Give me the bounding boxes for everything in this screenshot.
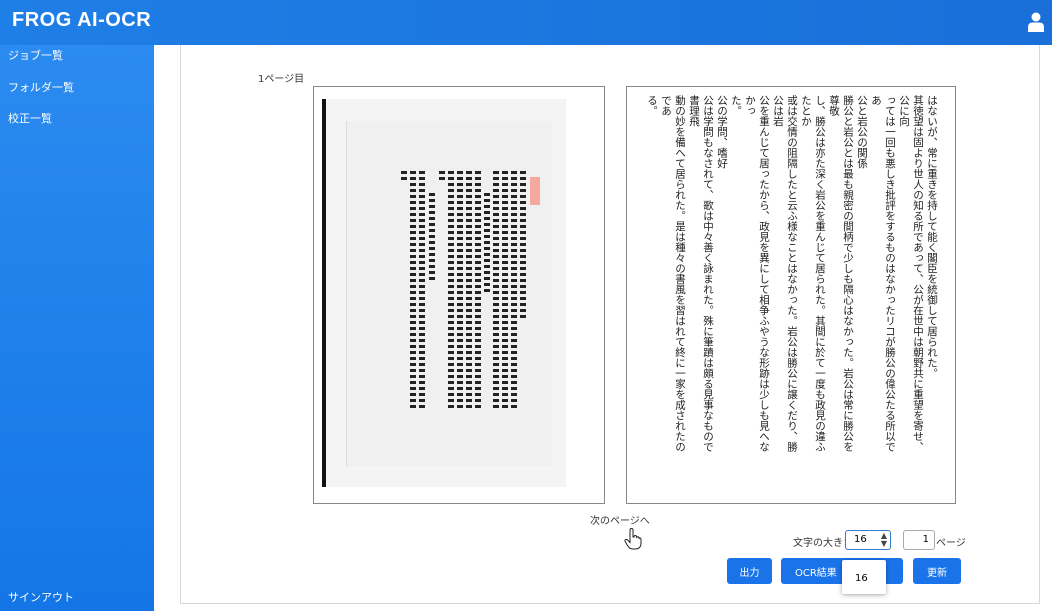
app-title: FROG AI-OCR [12, 9, 152, 31]
ocr-line: し、勝公は亦た深く岩公を重んじて居られた。其間に於て一度も政見の違ふたとか [800, 95, 826, 452]
scan-text-column [493, 171, 499, 411]
ocr-line: っては一回も悪しき批評をするものはなかったリコが勝公の偉公たる所以であ [870, 95, 896, 452]
app-header: FROG AI-OCR [0, 0, 1052, 45]
ocr-line: 勝公と岩公とは最も親密の間柄で少しも隔心はなかった。岩公は常に勝公を尊敬 [828, 95, 854, 452]
hand-pointer-icon [624, 528, 642, 550]
ocr-line: た。 [730, 95, 742, 116]
ocr-line: る。 [646, 95, 658, 116]
export-button[interactable]: 出力 [727, 558, 772, 584]
ocr-line: 公と岩公の関係 [856, 95, 868, 169]
scanned-page-image [322, 99, 566, 487]
scan-text-column [475, 171, 481, 411]
sidebar-item-folders[interactable]: フォルダ一覧 [8, 79, 74, 95]
ocr-result-text: はないが、常に重きを持して能く閣臣を統御して居られた。 其徳望は固より世人の知る… [645, 95, 939, 455]
scan-text-column [457, 171, 463, 411]
scan-text-column [419, 171, 425, 411]
ocr-line: 公の学問、嗜好 [716, 95, 728, 169]
ocr-line: 或は交情の阻隔したと云ふ様なことはなかった。岩公は勝公に譲くだり、勝公は岩 [772, 95, 798, 452]
page-number-value: 1 [922, 534, 929, 545]
scan-text-column [511, 171, 517, 411]
sidebar-item-jobs[interactable]: ジョブ一覧 [8, 47, 63, 63]
ocr-result-viewer: はないが、常に重きを持して能く閣臣を統御して居られた。 其徳望は固より世人の知る… [626, 86, 956, 504]
font-size-dropdown[interactable]: 16 [842, 560, 886, 594]
scan-text-column [429, 193, 435, 283]
ocr-result-button-label: OCR結果 [795, 567, 837, 579]
sidebar-item-proofreading[interactable]: 校正一覧 [8, 110, 52, 126]
ocr-line: 公を重んじて居ったから、政見を異にして相争ふやうな形跡は少しも見へなかっ [744, 95, 770, 452]
update-button-label: 更新 [927, 567, 947, 579]
page-number-input[interactable]: 1 [903, 530, 935, 550]
page-suffix-label: ページ [936, 538, 966, 549]
scanned-page-viewer [313, 86, 605, 504]
font-size-option[interactable]: 16 [855, 573, 868, 584]
sidebar: ジョブ一覧 フォルダ一覧 校正一覧 サインアウト [0, 45, 154, 611]
scan-text-column [439, 171, 445, 183]
scan-text-column [466, 171, 472, 411]
font-size-value: 16 [854, 534, 867, 545]
scanned-page-body [346, 121, 552, 466]
next-page-link[interactable]: 次のページへ [590, 512, 650, 527]
font-size-stepper[interactable]: 16 ▲ ▼ [845, 530, 891, 550]
scan-text-column [401, 171, 407, 183]
scan-text-column [410, 171, 416, 411]
export-button-label: 出力 [739, 567, 760, 579]
scan-highlight-region [530, 177, 540, 205]
scan-text-column [520, 171, 526, 321]
scan-text-column [502, 171, 508, 411]
scan-text-column [448, 171, 454, 411]
update-button[interactable]: 更新 [913, 558, 961, 584]
font-size-label: 文字の大きさ [793, 538, 853, 549]
ocr-line: 公は学問もなされて、歌は中々善く詠まれた。殊に筆蹟は頗る見事なもので書理飛 [688, 95, 714, 452]
ocr-line: はないが、常に重きを持して能く閣臣を統御して居られた。 [926, 95, 938, 379]
page-indicator: 1ページ目 [258, 74, 305, 85]
user-icon[interactable] [1028, 12, 1044, 32]
scan-text-column [484, 193, 490, 293]
ocr-line: 其徳望は固より世人の知る所であって、公が在世中は朝野共に重望を寄せ、公に向 [898, 95, 924, 452]
ocr-line: 動の妙を備へて居られた。是は種々の書風を習はれて終に一家を成されたのであ [660, 95, 686, 452]
spinner-arrows-icon[interactable]: ▲ ▼ [881, 532, 887, 548]
signout-link[interactable]: サインアウト [8, 589, 74, 605]
